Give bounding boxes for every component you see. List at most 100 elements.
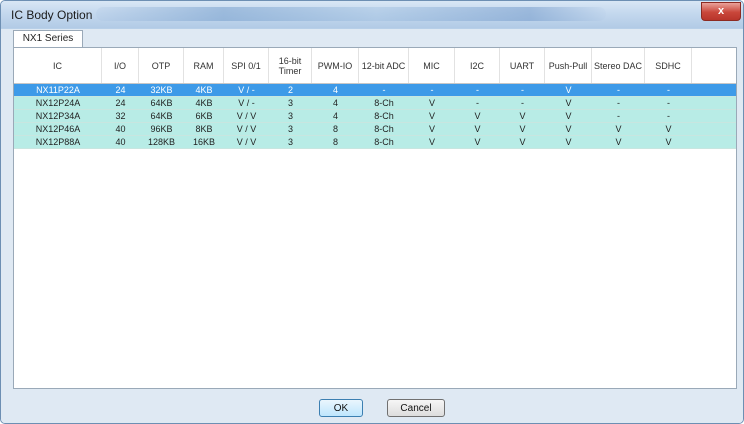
cell-dac: - xyxy=(617,98,620,108)
cell-sdhc: V xyxy=(665,124,672,134)
cell-dac: - xyxy=(617,111,620,121)
cell-io: 40 xyxy=(115,137,126,147)
cell-pwm: 8 xyxy=(332,137,338,147)
cell-ram: 4KB xyxy=(195,85,213,95)
ic-table-panel: IC I/O OTP RAM SPI 0/1 16-bit Timer PWM-IO 12-b… xyxy=(13,47,737,389)
cell-pushpull: V xyxy=(565,98,572,108)
cell-otp: 128KB xyxy=(147,137,176,147)
cell-dac: V xyxy=(615,124,622,134)
window-title: IC Body Option xyxy=(11,8,93,22)
button-bar xyxy=(1,389,743,423)
cell-spi: V / V xyxy=(236,111,257,121)
title-bar[interactable]: IC Body Option x xyxy=(1,1,743,28)
cell-ram: 8KB xyxy=(195,124,213,134)
cell-spi: V / V xyxy=(236,137,257,147)
cell-ic: NX12P88A xyxy=(35,137,81,147)
cell-i2c: V xyxy=(474,124,481,134)
cell-dac: - xyxy=(617,85,620,95)
titlebar-background-strip xyxy=(96,7,606,21)
cell-sdhc: - xyxy=(667,98,670,108)
cell-dac: V xyxy=(615,137,622,147)
cell-mic: V xyxy=(428,111,435,121)
table-row[interactable]: NX12P46A 40 96KB 8KB V / V 3 8 8-Ch V V V V V V xyxy=(14,123,736,136)
cell-pushpull: V xyxy=(565,124,572,134)
cell-i2c: - xyxy=(476,98,479,108)
column-header-uart[interactable]: UART xyxy=(500,48,545,83)
cell-otp: 64KB xyxy=(150,98,173,108)
cell-pushpull: V xyxy=(565,111,572,121)
cell-i2c: - xyxy=(476,85,479,95)
cell-pwm: 8 xyxy=(332,124,338,134)
column-header-dac[interactable]: Stereo DAC xyxy=(592,48,645,83)
cell-mic: - xyxy=(430,85,434,95)
table-row[interactable]: NX12P24A 24 64KB 4KB V / - 3 4 8-Ch V - - V - - xyxy=(14,97,736,110)
cell-otp: 96KB xyxy=(150,124,173,134)
cell-uart: V xyxy=(519,111,526,121)
cancel-button[interactable]: Cancel xyxy=(387,399,445,417)
cell-uart: - xyxy=(521,85,524,95)
cell-pwm: 4 xyxy=(332,85,338,95)
column-header-pushpull[interactable]: Push-Pull xyxy=(545,48,592,83)
cell-otp: 32KB xyxy=(150,85,173,95)
cell-io: 24 xyxy=(115,98,126,108)
cell-pushpull: V xyxy=(565,137,572,147)
cell-pwm: 4 xyxy=(332,98,338,108)
cell-ic: NX12P46A xyxy=(35,124,81,134)
table-row[interactable]: NX12P34A 32 64KB 6KB V / V 3 4 8-Ch V V V V - - xyxy=(14,110,736,123)
cell-ram: 4KB xyxy=(195,98,213,108)
cell-uart: - xyxy=(521,98,524,108)
table-row[interactable]: NX11P22A 24 32KB 4KB V / -24----V-- xyxy=(14,84,736,97)
column-header-otp[interactable]: OTP xyxy=(139,48,184,83)
column-header-pwm[interactable]: PWM-IO xyxy=(312,48,359,83)
cell-io: 32 xyxy=(115,111,126,121)
cell-ic: NX11P22A xyxy=(36,85,80,95)
cell-otp: 64KB xyxy=(150,111,173,121)
cell-uart: V xyxy=(519,137,526,147)
table-header: IC I/O OTP RAM SPI 0/1 16-bit Timer PWM-IO 12-b… xyxy=(14,48,736,84)
column-header-ic[interactable]: IC xyxy=(14,48,102,83)
table-row[interactable]: NX12P88A 40 128KB 16KB V / V 3 8 8-Ch V V V V V V xyxy=(14,136,736,149)
cell-timer: 2 xyxy=(287,85,293,95)
cell-adc: 8-Ch xyxy=(374,98,394,108)
cell-ram: 6KB xyxy=(195,111,213,121)
cell-ic: NX12P24A xyxy=(35,98,81,108)
cell-mic: V xyxy=(428,137,435,147)
cell-adc: 8-Ch xyxy=(374,137,394,147)
column-header-sdhc[interactable]: SDHC xyxy=(645,48,692,83)
cell-pwm: 4 xyxy=(332,111,338,121)
cell-ic: NX12P34A xyxy=(35,111,81,121)
cell-spi: V / - xyxy=(238,85,255,95)
cell-ram: 16KB xyxy=(192,137,216,147)
cell-uart: V xyxy=(519,124,526,134)
cell-sdhc: V xyxy=(665,137,672,147)
ok-button[interactable]: OK xyxy=(319,399,363,417)
tab-nx1-series[interactable]: NX1 Series xyxy=(13,30,83,48)
column-header-mic[interactable]: MIC xyxy=(409,48,455,83)
cell-i2c: V xyxy=(474,111,481,121)
dialog-window: IC Body Option x NX1 Series IC I/O OTP RAM S… xyxy=(0,0,744,424)
column-header-ram[interactable]: RAM xyxy=(184,48,224,83)
column-header-spi[interactable]: SPI 0/1 xyxy=(224,48,269,83)
close-button[interactable]: x xyxy=(701,2,741,21)
cell-sdhc: - xyxy=(667,111,670,121)
cell-sdhc: - xyxy=(667,85,670,95)
cell-timer: 3 xyxy=(287,98,293,108)
cell-io: 24 xyxy=(115,85,126,95)
cell-mic: V xyxy=(428,124,435,134)
column-header-adc[interactable]: 12-bit ADC xyxy=(359,48,409,83)
cell-spi: V / - xyxy=(238,98,255,108)
cell-pushpull: V xyxy=(565,85,572,95)
cell-timer: 3 xyxy=(287,124,293,134)
cell-i2c: V xyxy=(474,137,481,147)
cell-spi: V / V xyxy=(236,124,257,134)
cell-adc: 8-Ch xyxy=(374,111,394,121)
cell-io: 40 xyxy=(115,124,126,134)
cell-mic: V xyxy=(428,98,435,108)
cell-timer: 3 xyxy=(287,111,293,121)
cell-adc: - xyxy=(382,85,386,95)
cell-adc: 8-Ch xyxy=(374,124,394,134)
column-header-timer[interactable]: 16-bit Timer xyxy=(269,48,312,83)
column-header-io[interactable]: I/O xyxy=(102,48,139,83)
column-header-i2c[interactable]: I2C xyxy=(455,48,500,83)
cell-timer: 3 xyxy=(287,137,293,147)
